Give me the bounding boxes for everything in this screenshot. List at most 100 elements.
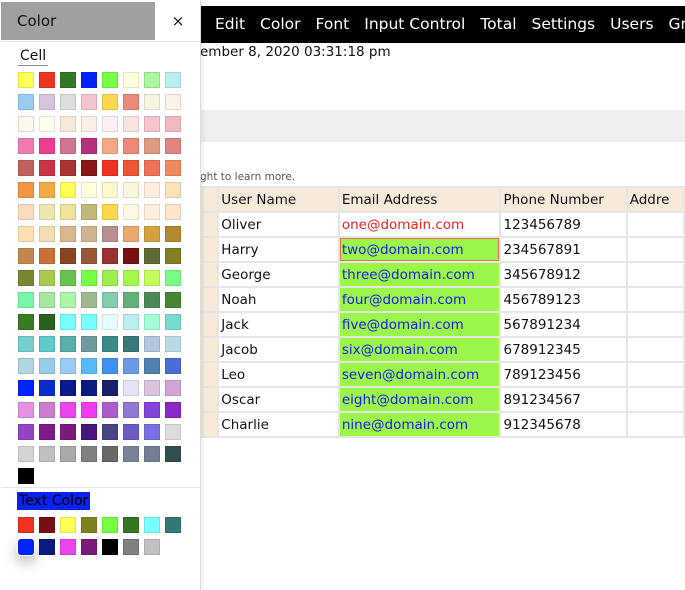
cell-color-swatch[interactable] xyxy=(60,204,76,220)
cell-color-swatch[interactable] xyxy=(123,226,139,242)
cell-color-swatch[interactable] xyxy=(102,160,118,176)
cell-color-swatch[interactable] xyxy=(81,358,97,374)
cell-color-swatch[interactable] xyxy=(165,270,181,286)
cell-color-swatch[interactable] xyxy=(165,226,181,242)
menu-font[interactable]: Font xyxy=(316,15,350,33)
cell-color-swatch[interactable] xyxy=(39,248,55,264)
text-color-swatch[interactable] xyxy=(60,517,76,533)
cell-color-swatch[interactable] xyxy=(18,116,34,132)
cell-color-swatch[interactable] xyxy=(18,182,34,198)
cell-color-swatch[interactable] xyxy=(144,380,160,396)
cell-color-swatch[interactable] xyxy=(39,402,55,418)
cell-color-swatch[interactable] xyxy=(18,248,34,264)
cell-color-swatch[interactable] xyxy=(39,94,55,110)
cell-color-swatch[interactable] xyxy=(18,94,34,110)
cell-color-swatch[interactable] xyxy=(18,446,34,462)
row-header[interactable] xyxy=(199,311,220,338)
phone-cell[interactable]: 912345678 xyxy=(499,411,628,438)
phone-cell[interactable]: 456789123 xyxy=(499,286,628,313)
address-cell[interactable] xyxy=(625,236,685,263)
cell-color-swatch[interactable] xyxy=(102,314,118,330)
cell-color-swatch[interactable] xyxy=(60,292,76,308)
cell-color-swatch[interactable] xyxy=(165,358,181,374)
cell-color-swatch[interactable] xyxy=(102,204,118,220)
cell-color-swatch[interactable] xyxy=(81,94,97,110)
cell-color-swatch[interactable] xyxy=(60,446,76,462)
user-name-cell[interactable]: Oliver xyxy=(217,211,340,238)
user-name-cell[interactable]: Oscar xyxy=(217,386,340,413)
text-color-swatch[interactable] xyxy=(144,517,160,533)
phone-cell[interactable]: 891234567 xyxy=(499,386,628,413)
phone-cell[interactable]: 345678912 xyxy=(499,261,628,288)
cell-color-swatch[interactable] xyxy=(60,380,76,396)
email-cell[interactable]: nine@domain.com xyxy=(337,411,502,438)
cell-color-swatch[interactable] xyxy=(39,160,55,176)
text-color-swatch[interactable] xyxy=(123,539,139,555)
cell-color-swatch[interactable] xyxy=(102,446,118,462)
menu-input-control[interactable]: Input Control xyxy=(364,15,465,33)
row-header[interactable] xyxy=(199,211,220,238)
cell-color-swatch[interactable] xyxy=(60,182,76,198)
cell-color-swatch[interactable] xyxy=(18,468,34,484)
cell-color-swatch[interactable] xyxy=(39,182,55,198)
cell-color-swatch[interactable] xyxy=(102,270,118,286)
cell-color-swatch[interactable] xyxy=(39,358,55,374)
cell-color-swatch[interactable] xyxy=(165,314,181,330)
cell-color-swatch[interactable] xyxy=(144,138,160,154)
cell-color-swatch[interactable] xyxy=(81,336,97,352)
user-name-cell[interactable]: Noah xyxy=(217,286,340,313)
menu-total[interactable]: Total xyxy=(480,15,516,33)
address-cell[interactable] xyxy=(625,286,685,313)
cell-color-swatch[interactable] xyxy=(144,424,160,440)
cell-color-swatch[interactable] xyxy=(144,204,160,220)
cell-color-swatch[interactable] xyxy=(81,292,97,308)
cell-color-swatch[interactable] xyxy=(144,226,160,242)
address-cell[interactable] xyxy=(625,336,685,363)
cell-color-swatch[interactable] xyxy=(102,248,118,264)
cell-color-swatch[interactable] xyxy=(144,160,160,176)
text-color-swatch[interactable] xyxy=(81,517,97,533)
cell-color-swatch[interactable] xyxy=(39,314,55,330)
address-cell[interactable] xyxy=(625,261,685,288)
cell-color-swatch[interactable] xyxy=(144,72,160,88)
cell-color-swatch[interactable] xyxy=(123,204,139,220)
cell-color-swatch[interactable] xyxy=(144,446,160,462)
address-cell[interactable] xyxy=(625,386,685,413)
cell-color-swatch[interactable] xyxy=(165,94,181,110)
cell-color-swatch[interactable] xyxy=(81,380,97,396)
cell-color-swatch[interactable] xyxy=(165,116,181,132)
cell-color-swatch[interactable] xyxy=(39,226,55,242)
cell-color-swatch[interactable] xyxy=(39,380,55,396)
cell-color-swatch[interactable] xyxy=(39,116,55,132)
cell-color-swatch[interactable] xyxy=(165,336,181,352)
phone-cell[interactable]: 789123456 xyxy=(499,361,628,388)
cell-color-swatch[interactable] xyxy=(18,358,34,374)
cell-color-swatch[interactable] xyxy=(144,402,160,418)
phone-cell[interactable]: 123456789 xyxy=(499,211,628,238)
cell-color-swatch[interactable] xyxy=(165,380,181,396)
cell-color-swatch[interactable] xyxy=(18,138,34,154)
cell-color-swatch[interactable] xyxy=(165,204,181,220)
cell-color-swatch[interactable] xyxy=(123,270,139,286)
close-icon[interactable]: × xyxy=(168,10,188,32)
email-cell[interactable]: seven@domain.com xyxy=(337,361,502,388)
menu-edit[interactable]: Edit xyxy=(215,15,245,33)
menu-color[interactable]: Color xyxy=(260,15,300,33)
cell-color-swatch[interactable] xyxy=(144,248,160,264)
cell-color-swatch[interactable] xyxy=(18,160,34,176)
column-header[interactable]: Addre xyxy=(625,186,685,213)
cell-color-swatch[interactable] xyxy=(81,182,97,198)
cell-color-swatch[interactable] xyxy=(144,270,160,286)
user-name-cell[interactable]: Jack xyxy=(217,311,340,338)
text-color-swatch[interactable] xyxy=(60,539,76,555)
cell-color-swatch[interactable] xyxy=(81,424,97,440)
cell-color-swatch[interactable] xyxy=(123,138,139,154)
cell-color-swatch[interactable] xyxy=(39,336,55,352)
phone-cell[interactable]: 678912345 xyxy=(499,336,628,363)
cell-color-swatch[interactable] xyxy=(18,380,34,396)
cell-color-swatch[interactable] xyxy=(81,116,97,132)
email-cell[interactable]: six@domain.com xyxy=(337,336,502,363)
cell-color-swatch[interactable] xyxy=(102,94,118,110)
cell-color-swatch[interactable] xyxy=(18,424,34,440)
column-header[interactable]: Phone Number xyxy=(499,186,628,213)
